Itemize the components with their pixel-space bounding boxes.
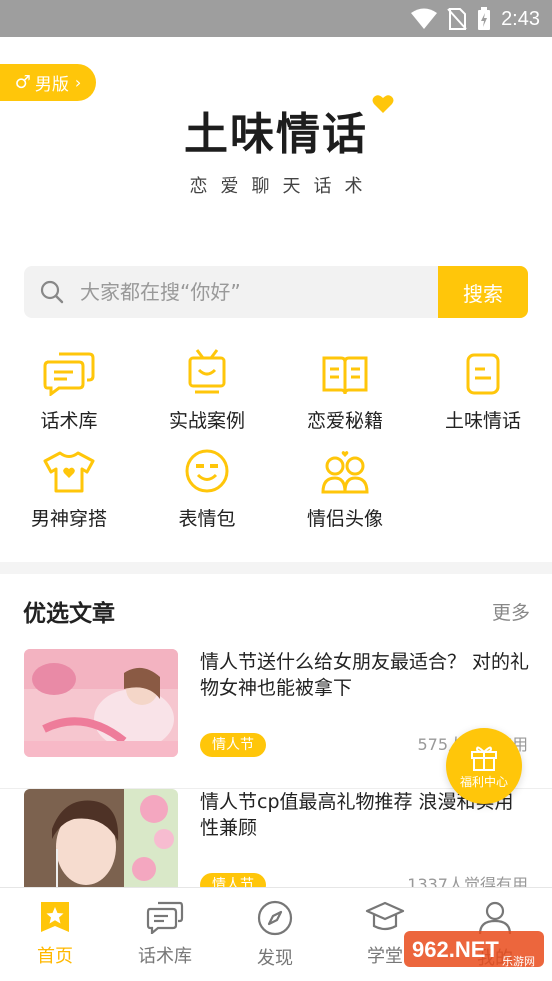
category-item-biaoqingbao[interactable]: 表情包: [138, 444, 276, 531]
couple-icon: [321, 451, 369, 494]
section-divider: [0, 562, 552, 574]
open-book-icon: [322, 356, 368, 395]
category-item-huashuku[interactable]: 话术库: [0, 346, 138, 433]
male-symbol-icon: ♂: [14, 72, 31, 93]
status-bar: 2:43: [0, 0, 552, 37]
tshirt-icon: [43, 451, 95, 493]
clock: 2:43: [501, 7, 540, 30]
battery-charging-icon: [478, 7, 491, 30]
gender-switch-label: 男版: [34, 75, 69, 95]
brand-title: 土味情话: [184, 109, 368, 160]
article-tag: 情人节: [200, 733, 266, 757]
tab-huashuku[interactable]: 话术库: [110, 900, 220, 968]
watermark-subtext: 乐游网: [502, 955, 535, 968]
note-icon: [466, 353, 500, 395]
tab-label: 首页: [37, 946, 73, 967]
status-icons: 2:43: [411, 7, 540, 31]
search-icon: [24, 266, 80, 318]
graduation-cap-icon: [365, 901, 405, 931]
search-input[interactable]: [80, 266, 438, 318]
gift-icon: [471, 746, 497, 771]
section-title: 优选文章: [23, 601, 115, 627]
featured-articles-header: 优选文章 更多: [0, 594, 552, 628]
tab-discover[interactable]: 发现: [220, 900, 330, 970]
more-link[interactable]: 更多: [492, 598, 530, 625]
watermark-text: 962.NET: [412, 937, 499, 962]
tv-icon: [188, 349, 226, 394]
article-thumbnail: [24, 789, 178, 897]
compass-icon: [257, 900, 293, 936]
brand-header: 土味情话 恋爱聊天话术: [0, 95, 552, 198]
category-label: 男神穿搭: [30, 508, 107, 530]
no-sim-icon: [447, 8, 467, 30]
brand-logo: 土味情话: [184, 95, 394, 162]
tab-label: 发现: [257, 948, 293, 969]
home-star-icon: [41, 902, 69, 932]
category-label: 实战案例: [168, 410, 245, 432]
category-label: 话术库: [40, 410, 98, 432]
gender-switch-button[interactable]: ♂ 男版 ›: [0, 64, 96, 101]
category-label: 土味情话: [444, 410, 521, 432]
category-label: 表情包: [178, 508, 236, 530]
brand-subtitle: 恋爱聊天话术: [189, 176, 376, 197]
welfare-center-button[interactable]: 福利中心: [446, 728, 522, 804]
category-label: 情侣头像: [306, 508, 383, 530]
welfare-center-label: 福利中心: [459, 774, 508, 789]
category-item-qinglvtouxiang[interactable]: 情侣头像: [276, 444, 414, 531]
chat-bubbles-icon: [43, 352, 95, 396]
site-watermark: 962.NET 乐游网: [404, 927, 544, 971]
category-item-nanshenchuanda[interactable]: 男神穿搭: [0, 444, 138, 531]
search-bar: 搜索: [24, 266, 528, 318]
chevron-right-icon: ›: [74, 73, 82, 92]
chat-bubbles-icon: [146, 901, 184, 936]
smiley-icon: [185, 449, 229, 493]
tab-label: 话术库: [138, 946, 192, 967]
tab-home[interactable]: 首页: [0, 900, 110, 968]
heart-icon: [372, 95, 394, 113]
category-item-shizhananli[interactable]: 实战案例: [138, 346, 276, 433]
category-label: 恋爱秘籍: [306, 410, 383, 432]
category-item-lianaimiji[interactable]: 恋爱秘籍: [276, 346, 414, 433]
wifi-icon: [411, 8, 438, 29]
article-title: 情人节送什么给女朋友最适合？ 对的礼物女神也能被拿下: [200, 651, 530, 699]
search-button[interactable]: 搜索: [438, 266, 528, 318]
category-item-tuweiqinghua[interactable]: 土味情话: [414, 346, 552, 433]
article-thumbnail: [24, 649, 178, 757]
